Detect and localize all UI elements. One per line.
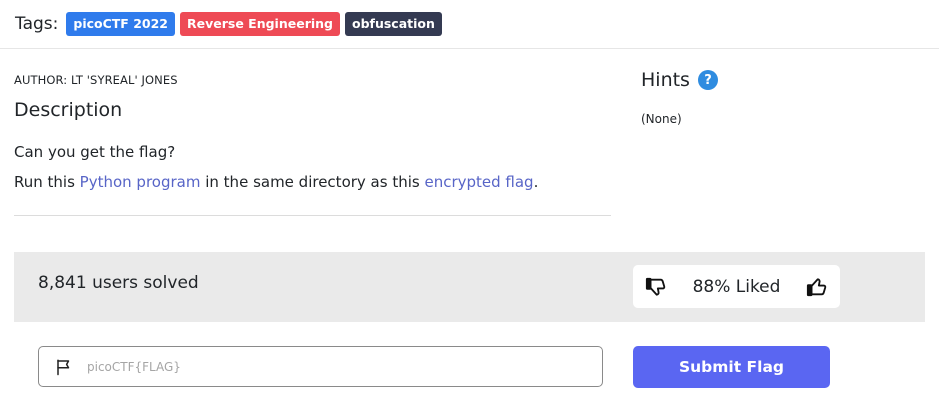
top-divider [0, 48, 939, 49]
hints-value: (None) [641, 112, 682, 126]
encrypted-flag-link[interactable]: encrypted flag [424, 173, 533, 191]
thumbs-down-icon[interactable] [645, 276, 667, 298]
tag-picoctf-2022[interactable]: picoCTF 2022 [66, 12, 175, 36]
description-text-suffix: . [533, 173, 539, 191]
description-text-prefix: Run this [14, 173, 80, 191]
liked-percentage: 88% Liked [692, 276, 781, 297]
tags-label: Tags: [15, 14, 59, 34]
flag-icon [57, 359, 70, 375]
description-heading: Description [14, 99, 123, 121]
tag-obfuscation[interactable]: obfuscation [344, 12, 442, 36]
description-line-2: Run this Python program in the same dire… [14, 173, 538, 191]
flag-input-wrapper [38, 346, 603, 387]
hints-heading: Hints ? [641, 69, 718, 91]
python-program-link[interactable]: Python program [80, 173, 201, 191]
question-circle-icon[interactable]: ? [697, 70, 718, 90]
tags-row: Tags: picoCTF 2022 Reverse Engineering o… [15, 12, 447, 36]
author-line: AUTHOR: LT 'SYREAL' JONES [14, 73, 178, 87]
submit-flag-button[interactable]: Submit Flag [633, 346, 830, 388]
flag-input[interactable] [87, 348, 587, 385]
description-divider [14, 215, 611, 216]
like-rating-box: 88% Liked [633, 265, 840, 308]
tag-reverse-engineering[interactable]: Reverse Engineering [180, 12, 340, 36]
hints-title-text: Hints [641, 69, 690, 91]
thumbs-up-icon[interactable] [806, 276, 828, 298]
challenge-page: Tags: picoCTF 2022 Reverse Engineering o… [0, 0, 939, 405]
description-text-middle: in the same directory as this [200, 173, 425, 191]
description-line-1: Can you get the flag? [14, 143, 176, 161]
users-solved-count: 8,841 users solved [38, 273, 199, 293]
